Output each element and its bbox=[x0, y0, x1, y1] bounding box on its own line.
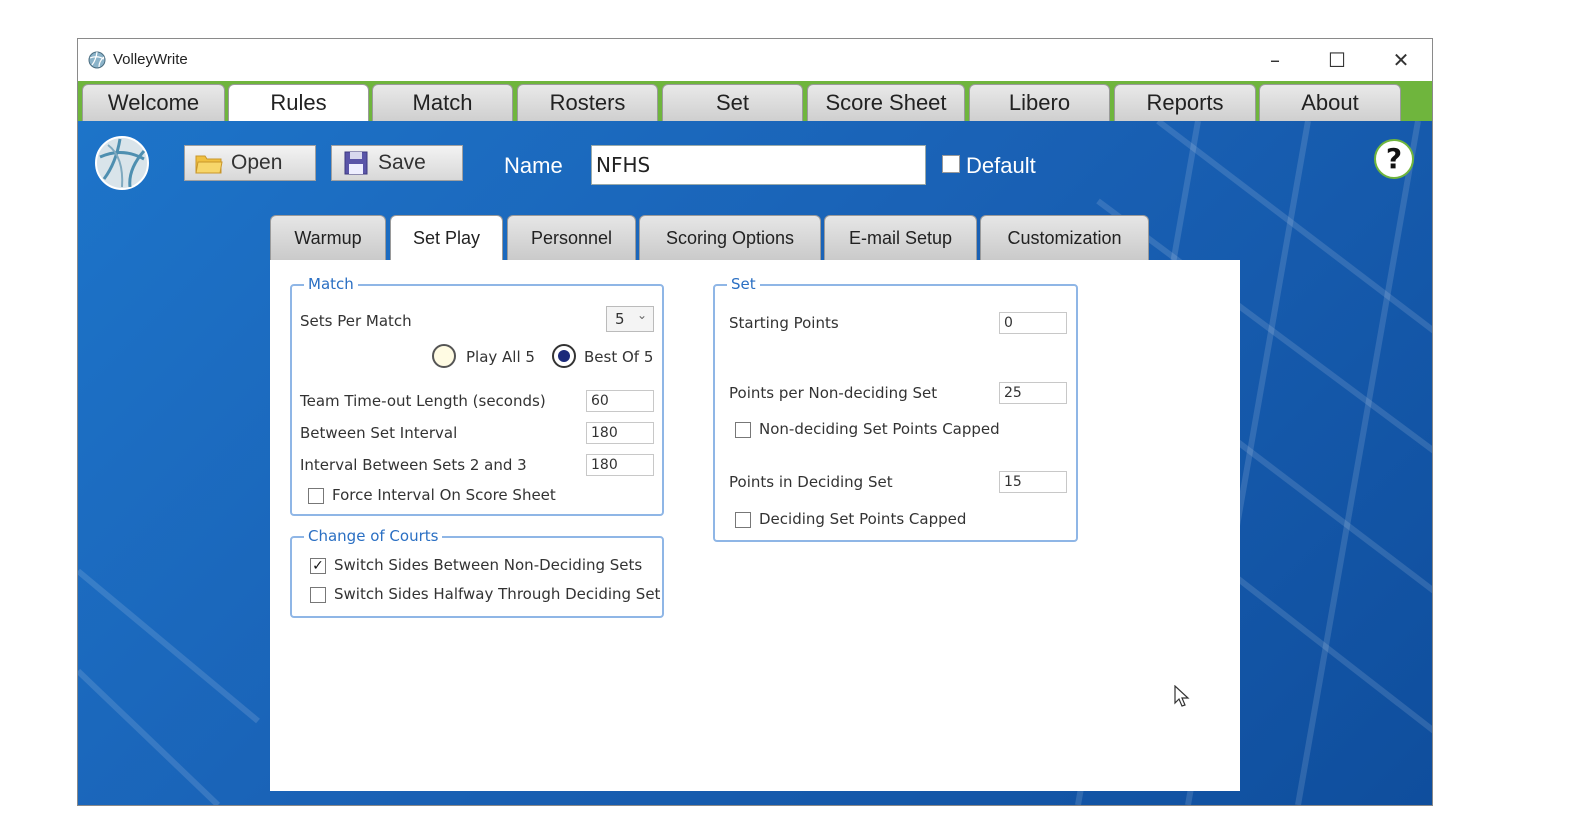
sets-per-match-label: Sets Per Match bbox=[300, 312, 412, 330]
non-deciding-capped-checkbox[interactable] bbox=[735, 422, 751, 438]
set-group: Set Starting Points 0 Points per Non-dec… bbox=[713, 275, 1078, 542]
close-button[interactable]: ✕ bbox=[1378, 45, 1424, 75]
tab-rosters[interactable]: Rosters bbox=[517, 84, 658, 121]
deciding-capped-checkbox[interactable] bbox=[735, 512, 751, 528]
match-legend: Match bbox=[304, 275, 358, 293]
between-set-interval-label: Between Set Interval bbox=[300, 424, 458, 442]
match-group: Match Sets Per Match 5 ⌄ Play All 5 Best… bbox=[290, 275, 664, 516]
best-of-label: Best Of 5 bbox=[584, 348, 654, 366]
switch-halfway-label: Switch Sides Halfway Through Deciding Se… bbox=[334, 585, 661, 603]
name-label: Name bbox=[504, 153, 563, 178]
deciding-capped-label: Deciding Set Points Capped bbox=[759, 510, 967, 528]
tab-set[interactable]: Set bbox=[662, 84, 803, 121]
timeout-length-label: Team Time-out Length (seconds) bbox=[300, 392, 546, 410]
save-label: Save bbox=[378, 151, 426, 174]
deciding-points-input[interactable]: 15 bbox=[999, 471, 1067, 493]
open-button[interactable]: Open bbox=[184, 145, 316, 181]
rule-name-value: NFHS bbox=[596, 153, 651, 177]
sets-per-match-value: 5 bbox=[615, 310, 625, 328]
volleywrite-logo-icon bbox=[95, 136, 149, 190]
non-deciding-points-input[interactable]: 25 bbox=[999, 382, 1067, 404]
window-title: VolleyWrite bbox=[113, 51, 188, 68]
app-window: VolleyWrite – ☐ ✕ Welcome Rules Match Ro… bbox=[77, 38, 1433, 806]
force-interval-label: Force Interval On Score Sheet bbox=[332, 486, 556, 504]
folder-icon bbox=[195, 155, 223, 174]
change-of-courts-legend: Change of Courts bbox=[304, 527, 443, 545]
minimize-button[interactable]: – bbox=[1252, 45, 1298, 75]
tab-match[interactable]: Match bbox=[372, 84, 513, 121]
change-of-courts-group: Change of Courts ✓ Switch Sides Between … bbox=[290, 527, 664, 618]
play-all-label: Play All 5 bbox=[466, 348, 535, 366]
rules-content: Open Save Name NFHS Default ? Warmup Set… bbox=[78, 121, 1432, 805]
default-label: Default bbox=[966, 153, 1036, 178]
between-set-interval-input[interactable]: 180 bbox=[586, 422, 654, 444]
switch-non-deciding-label: Switch Sides Between Non-Deciding Sets bbox=[334, 556, 643, 574]
timeout-length-input[interactable]: 60 bbox=[586, 390, 654, 412]
maximize-button[interactable]: ☐ bbox=[1314, 45, 1360, 75]
starting-points-label: Starting Points bbox=[729, 314, 839, 332]
non-deciding-capped-label: Non-deciding Set Points Capped bbox=[759, 420, 1000, 438]
subtab-warmup[interactable]: Warmup bbox=[270, 215, 386, 260]
set-legend: Set bbox=[727, 275, 760, 293]
subtab-customization[interactable]: Customization bbox=[980, 215, 1149, 260]
open-label: Open bbox=[231, 151, 283, 174]
tab-about[interactable]: About bbox=[1259, 84, 1401, 121]
save-button[interactable]: Save bbox=[331, 145, 463, 181]
tab-reports[interactable]: Reports bbox=[1114, 84, 1256, 121]
subtab-personnel[interactable]: Personnel bbox=[507, 215, 636, 260]
switch-non-deciding-checkbox[interactable]: ✓ bbox=[310, 558, 326, 574]
help-icon[interactable]: ? bbox=[1374, 139, 1414, 179]
force-interval-checkbox[interactable] bbox=[308, 488, 324, 504]
floppy-disk-icon bbox=[344, 151, 368, 175]
tab-rules[interactable]: Rules bbox=[228, 84, 369, 121]
non-deciding-points-label: Points per Non-deciding Set bbox=[729, 384, 938, 402]
deciding-points-label: Points in Deciding Set bbox=[729, 473, 893, 491]
switch-halfway-checkbox[interactable] bbox=[310, 587, 326, 603]
sets-per-match-select[interactable]: 5 ⌄ bbox=[606, 306, 654, 332]
interval-sets-2-3-input[interactable]: 180 bbox=[586, 454, 654, 476]
interval-sets-2-3-label: Interval Between Sets 2 and 3 bbox=[300, 456, 527, 474]
starting-points-input[interactable]: 0 bbox=[999, 312, 1067, 334]
subtab-set-play[interactable]: Set Play bbox=[390, 215, 503, 261]
mouse-cursor-icon bbox=[1174, 685, 1190, 707]
play-all-radio[interactable] bbox=[432, 344, 456, 368]
title-bar: VolleyWrite – ☐ ✕ bbox=[78, 39, 1432, 81]
volleyball-icon bbox=[88, 51, 106, 69]
set-play-panel: Match Sets Per Match 5 ⌄ Play All 5 Best… bbox=[270, 260, 1240, 791]
main-tab-bar: Welcome Rules Match Rosters Set Score Sh… bbox=[78, 81, 1432, 121]
tab-libero[interactable]: Libero bbox=[969, 84, 1110, 121]
best-of-radio[interactable] bbox=[552, 344, 576, 368]
chevron-down-icon: ⌄ bbox=[636, 308, 647, 322]
subtab-email-setup[interactable]: E-mail Setup bbox=[824, 215, 977, 260]
tab-score-sheet[interactable]: Score Sheet bbox=[807, 84, 965, 121]
rule-name-input[interactable]: NFHS bbox=[591, 145, 926, 185]
tab-welcome[interactable]: Welcome bbox=[82, 84, 225, 121]
radio-selected-dot bbox=[558, 350, 570, 362]
default-checkbox[interactable] bbox=[942, 155, 960, 173]
subtab-scoring-options[interactable]: Scoring Options bbox=[639, 215, 821, 260]
